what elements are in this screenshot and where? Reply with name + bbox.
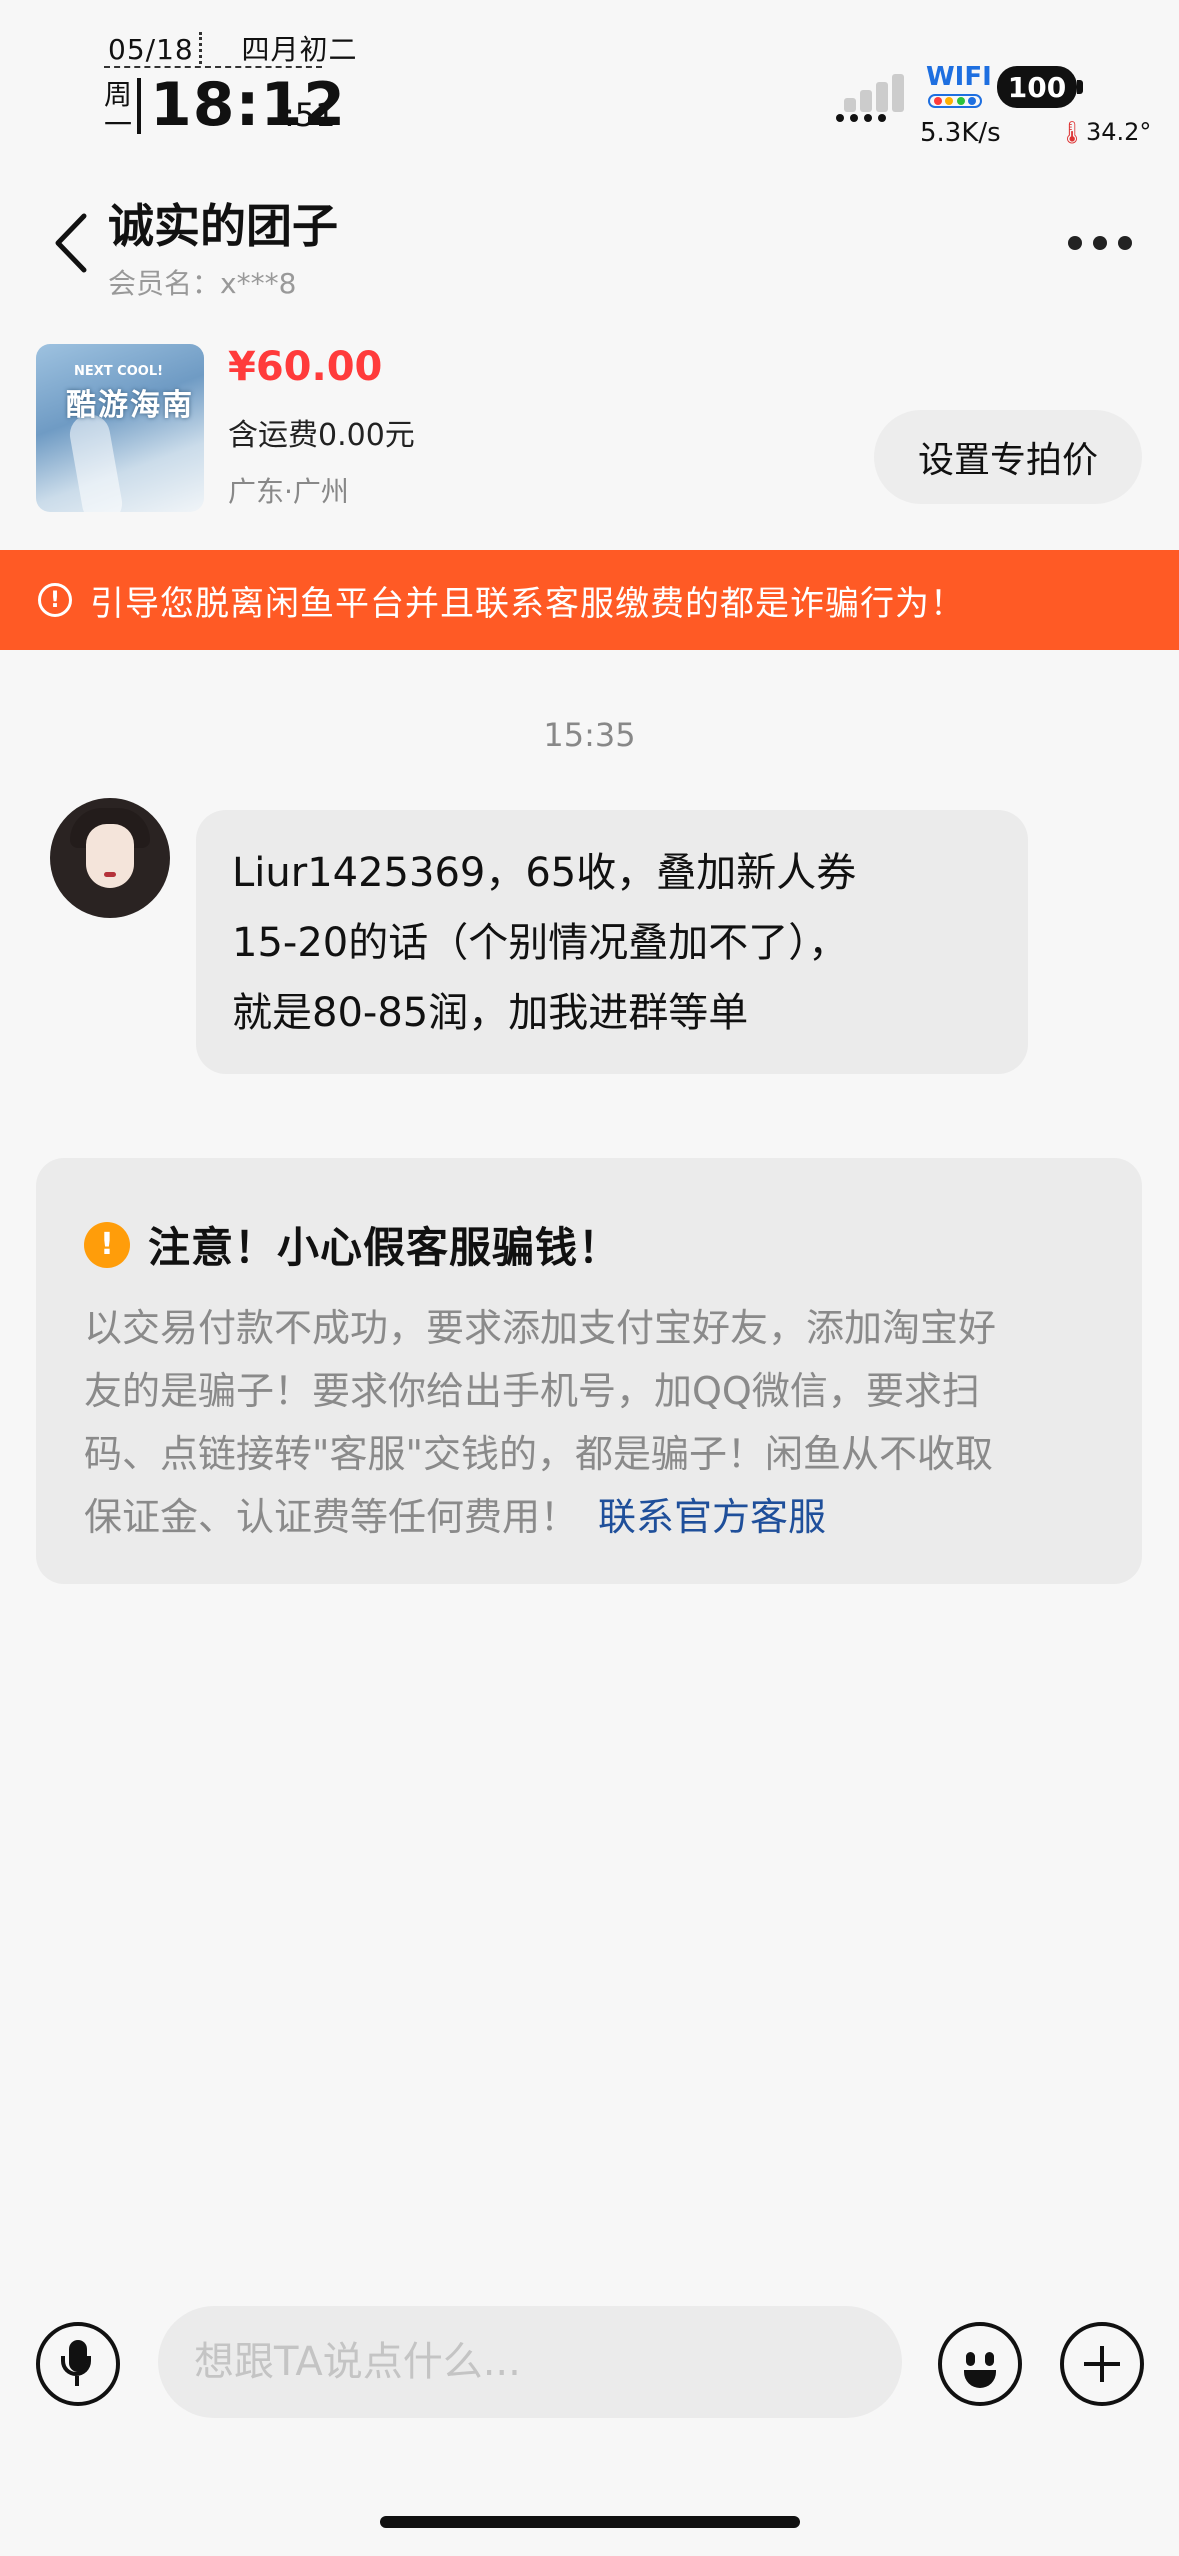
battery-level: 100	[1007, 70, 1067, 104]
status-weekday: 周一	[104, 78, 133, 141]
fraud-warning-banner: ! 引导您脱离闲鱼平台并且联系客服缴费的都是诈骗行为！	[0, 550, 1179, 650]
page-title: 诚实的团子	[108, 199, 338, 253]
temperature: 🌡34.2°	[1058, 118, 1151, 146]
notice-body: 以交易付款不成功，要求添加支付宝好友，添加淘宝好 友的是骗子！要求你给出手机号，…	[84, 1297, 1094, 1549]
status-bar: 05/18 四月初二 周一 18:12 :51 WIFI 5.3K/s 100 …	[0, 0, 1179, 170]
alert-circle-icon: !	[38, 583, 72, 617]
notice-title: 注意！小心假客服骗钱！	[148, 1223, 622, 1272]
battery-tip	[1077, 80, 1083, 94]
thumbnail-small-text: NEXT COOL!	[74, 364, 164, 379]
message-timestamp: 15:35	[543, 716, 636, 754]
avatar[interactable]	[50, 798, 170, 918]
message-line: Liur1425369，65收，叠加新人券	[232, 850, 857, 896]
set-special-price-button[interactable]: 设置专拍价	[874, 410, 1142, 504]
emoji-icon[interactable]	[938, 2322, 1022, 2406]
shipping-fee: 含运费0.00元	[228, 418, 415, 453]
wifi-label: WIFI	[926, 62, 992, 92]
notice-line: 码、点链接转"客服"交钱的，都是骗子！闲鱼从不收取	[84, 1432, 993, 1476]
message-input[interactable]	[158, 2306, 902, 2418]
notice-header: ! 注意！小心假客服骗钱！	[84, 1214, 1094, 1275]
product-thumbnail[interactable]: NEXT COOL! 酷游海南	[36, 344, 204, 512]
network-speed: 5.3K/s	[920, 118, 1001, 148]
voice-input-icon[interactable]	[36, 2322, 120, 2406]
fraud-warning-text: 引导您脱离闲鱼平台并且联系客服缴费的都是诈骗行为！	[90, 583, 965, 624]
message-line: 15-20的话（个别情况叠加不了），	[232, 920, 849, 966]
status-lunar-date: 四月初二	[241, 33, 358, 66]
thumbnail-title: 酷游海南	[66, 388, 194, 423]
add-attachment-icon[interactable]	[1060, 2322, 1144, 2406]
warning-icon: !	[84, 1221, 130, 1268]
status-time-divider	[137, 78, 141, 134]
notice-line: 以交易付款不成功，要求添加支付宝好友，添加淘宝好	[84, 1306, 997, 1350]
thermometer-icon: 🌡	[1058, 121, 1086, 146]
wifi-icon	[928, 94, 982, 108]
notice-line: 友的是骗子！要求你给出手机号，加QQ微信，要求扫	[84, 1369, 980, 1413]
battery-icon: 100	[997, 66, 1077, 108]
temperature-value: 34.2°	[1085, 118, 1152, 146]
contact-official-service-link[interactable]: 联系官方客服	[598, 1495, 826, 1539]
product-location: 广东·广州	[228, 475, 349, 508]
scam-notice-card: ! 注意！小心假客服骗钱！ 以交易付款不成功，要求添加支付宝好友，添加淘宝好 友…	[36, 1158, 1142, 1584]
home-indicator[interactable]	[380, 2516, 800, 2528]
status-date: 05/18 四月初二	[108, 28, 358, 68]
status-date-text: 05/18	[108, 33, 194, 66]
status-date-underline	[104, 66, 322, 68]
member-name: 会员名：x***8	[108, 267, 297, 300]
back-arrow-icon[interactable]	[52, 212, 92, 274]
status-date-separator	[199, 32, 202, 64]
message-bubble[interactable]: Liur1425369，65收，叠加新人券 15-20的话（个别情况叠加不了），…	[196, 810, 1028, 1074]
more-options-icon[interactable]	[1068, 236, 1132, 252]
notice-line: 保证金、认证费等任何费用！	[84, 1495, 579, 1539]
message-line: 就是80-85润，加我进群等单	[232, 990, 749, 1036]
signal-icon	[836, 62, 906, 122]
thumbnail-graphic	[66, 411, 126, 512]
status-seconds: :51	[284, 96, 336, 134]
product-price: ¥60.00	[228, 344, 383, 390]
notice-line-last: 保证金、认证费等任何费用！ 联系官方客服	[84, 1486, 1094, 1549]
